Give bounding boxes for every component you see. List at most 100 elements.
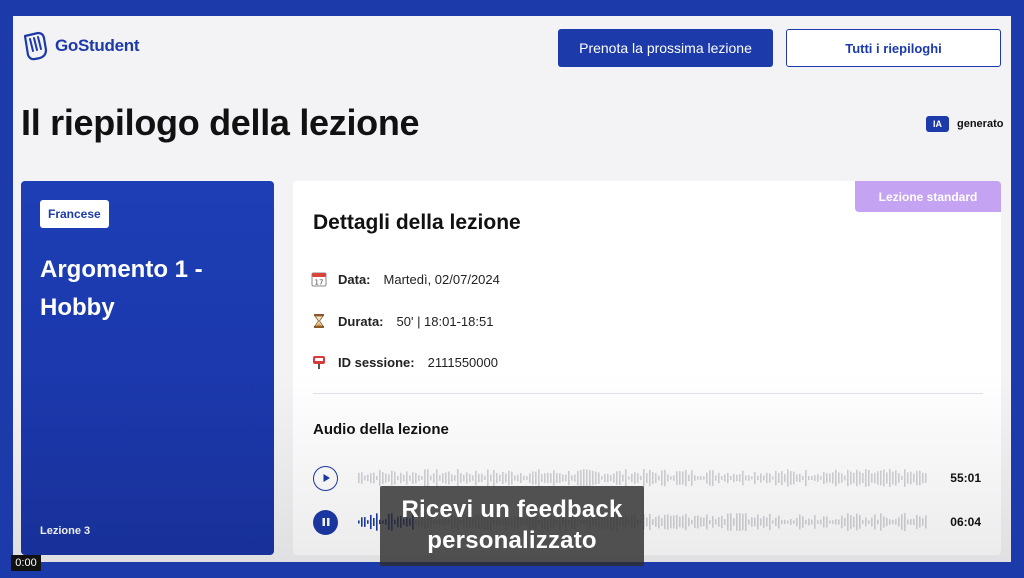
- waveform-bar: [736, 513, 738, 531]
- waveform-bar: [607, 473, 609, 483]
- waveform-bar: [442, 473, 444, 483]
- waveform-bar: [673, 515, 675, 529]
- waveform-bar: [652, 518, 654, 526]
- session-id-value: 2111550000: [427, 354, 498, 370]
- video-subtitle: Ricevi un feedback personalizzato: [380, 486, 644, 566]
- waveform-bar: [376, 513, 378, 531]
- waveform-bar: [889, 469, 891, 487]
- gostudent-logo[interactable]: GoStudent: [21, 30, 139, 62]
- waveform-bar: [694, 515, 696, 529]
- waveform-bar: [784, 519, 786, 525]
- all-summaries-button[interactable]: Tutti i riepiloghi: [786, 29, 1001, 67]
- waveform-bar: [877, 471, 879, 485]
- waveform-bar: [688, 517, 690, 527]
- waveform-bar: [568, 470, 570, 486]
- waveform-bar: [763, 516, 765, 528]
- waveform-bar: [874, 472, 876, 484]
- waveform-bar: [433, 473, 435, 483]
- waveform-bar: [652, 472, 654, 484]
- waveform-bar: [745, 513, 747, 531]
- waveform-bar: [580, 470, 582, 486]
- waveform-bar: [919, 516, 921, 528]
- waveform-bar: [367, 520, 369, 524]
- book-next-lesson-button[interactable]: Prenota la prossima lezione: [558, 29, 773, 67]
- waveform-bar: [601, 476, 603, 480]
- play-icon: [323, 474, 330, 482]
- waveform-bar: [424, 469, 426, 487]
- waveform-bar: [829, 520, 831, 524]
- waveform-bar: [859, 515, 861, 529]
- waveform-bar: [673, 475, 675, 481]
- waveform-bar: [763, 475, 765, 481]
- waveform-bar: [538, 469, 540, 487]
- waveform-bar: [808, 518, 810, 526]
- waveform-bar: [427, 469, 429, 487]
- waveform-bar: [547, 472, 549, 484]
- waveform-bar: [637, 473, 639, 483]
- waveform-bar: [796, 517, 798, 527]
- waveform-bar: [898, 517, 900, 527]
- waveform-bar: [739, 513, 741, 531]
- waveform-bar: [820, 519, 822, 525]
- waveform-bar: [922, 472, 924, 484]
- pause-button[interactable]: [313, 509, 338, 535]
- date-row: 17 Data: Martedì, 02/07/2024: [311, 271, 500, 287]
- waveform-bar: [817, 474, 819, 482]
- waveform-bar: [592, 470, 594, 486]
- waveform-bar: [541, 474, 543, 482]
- waveform-bar: [904, 469, 906, 487]
- waveform-bar: [448, 471, 450, 485]
- waveform-bar: [811, 475, 813, 481]
- waveform-bar: [787, 469, 789, 487]
- waveform-bar: [772, 476, 774, 480]
- waveform-bar: [523, 475, 525, 481]
- waveform-bar: [733, 518, 735, 526]
- waveform-bar: [514, 475, 516, 481]
- waveform-bar: [493, 469, 495, 487]
- waveform-bar: [919, 470, 921, 486]
- waveform-bar: [793, 471, 795, 485]
- topic-title: Argomento 1 - Hobby: [40, 256, 203, 321]
- waveform-bar: [688, 474, 690, 482]
- waveform-bar: [850, 471, 852, 485]
- waveform-bar: [715, 475, 717, 481]
- waveform-bar: [478, 473, 480, 483]
- waveform-bar: [586, 469, 588, 487]
- waveform-bar: [403, 474, 405, 482]
- waveform-bar: [691, 519, 693, 525]
- waveform-bar: [883, 469, 885, 487]
- waveform-bar: [616, 471, 618, 485]
- waveform-bar: [697, 476, 699, 480]
- waveform-bar: [913, 518, 915, 526]
- topic-card: Francese Argomento 1 - Hobby Lezione 3: [21, 181, 274, 555]
- waveform-bar: [907, 519, 909, 525]
- waveform-bar: [871, 473, 873, 483]
- waveform-bar: [658, 475, 660, 481]
- waveform-bar: [667, 474, 669, 482]
- waveform-bar: [400, 472, 402, 484]
- waveform-bar: [907, 472, 909, 484]
- waveform-bar: [715, 519, 717, 525]
- session-id-row: ID sessione: 2111550000: [311, 354, 498, 370]
- waveform-bar: [706, 472, 708, 484]
- waveform-bar: [805, 469, 807, 487]
- waveform-bar: [685, 469, 687, 487]
- waveform-bar: [610, 474, 612, 482]
- waveform-bar: [847, 513, 849, 531]
- waveform-bar: [880, 470, 882, 486]
- waveform-bar: [364, 517, 366, 527]
- waveform-bar: [874, 514, 876, 530]
- date-label: Data:: [338, 271, 371, 287]
- waveform-bar: [361, 472, 363, 484]
- waveform-bar: [703, 517, 705, 527]
- play-button[interactable]: [313, 465, 338, 491]
- waveform-bar: [655, 517, 657, 527]
- waveform-bar: [562, 474, 564, 482]
- waveform-bar: [850, 515, 852, 529]
- waveform-bar: [895, 519, 897, 525]
- svg-text:17: 17: [315, 279, 324, 287]
- waveform-bar: [619, 470, 621, 486]
- waveform-bar: [712, 470, 714, 486]
- waveform-bar: [718, 472, 720, 484]
- waveform-bar: [706, 514, 708, 530]
